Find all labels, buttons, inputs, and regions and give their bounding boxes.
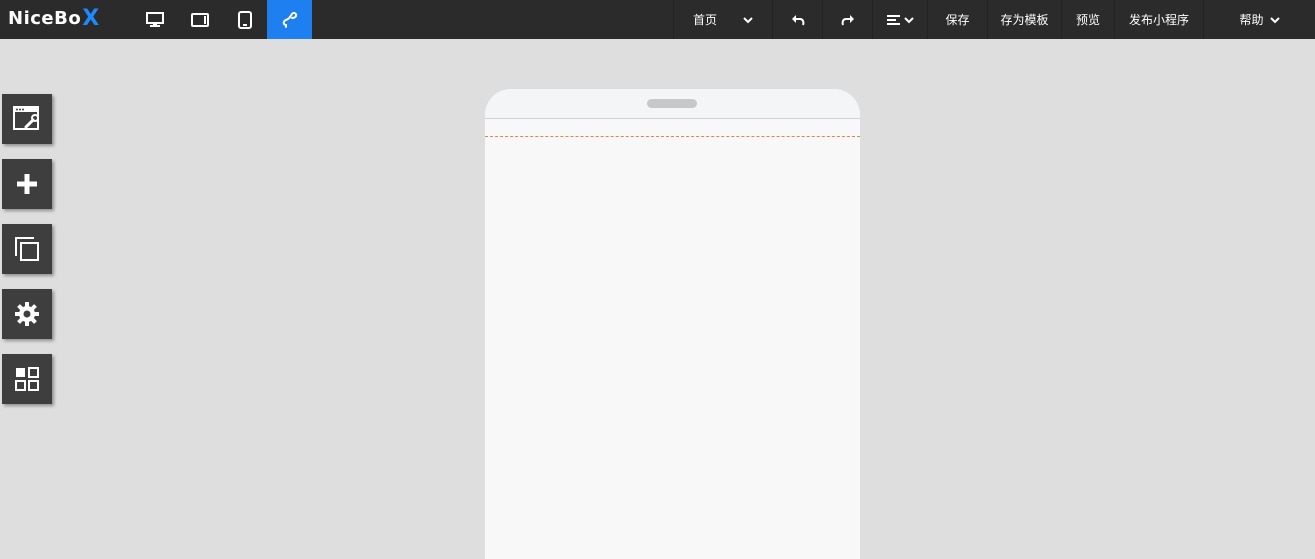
- undo-button[interactable]: [772, 0, 822, 39]
- chevron-down-icon: [903, 16, 914, 23]
- save-label: 保存: [945, 13, 970, 27]
- components-icon: [15, 367, 39, 391]
- tablet-landscape-view-button[interactable]: [177, 0, 222, 39]
- redo-button[interactable]: [822, 0, 872, 39]
- align-icon: [886, 14, 900, 25]
- add-icon: [17, 174, 37, 194]
- help-menu[interactable]: 帮助: [1203, 0, 1315, 39]
- tablet-portrait-icon: [237, 10, 252, 29]
- link-icon: [282, 11, 297, 28]
- help-label: 帮助: [1239, 13, 1264, 27]
- tablet-portrait-view-button[interactable]: [222, 0, 267, 39]
- phone-speaker: [647, 99, 697, 108]
- desktop-icon: [145, 11, 164, 27]
- miniprogram-view-button[interactable]: [267, 0, 312, 39]
- guide-line: [485, 136, 860, 137]
- copy-page-button[interactable]: [2, 224, 52, 274]
- logo-accent: X: [82, 5, 100, 31]
- chevron-down-icon: [743, 16, 753, 23]
- settings-button[interactable]: [2, 289, 52, 339]
- tablet-landscape-icon: [190, 12, 209, 27]
- logo-text: NiceBo: [8, 7, 82, 29]
- publish-label: 发布小程序: [1128, 13, 1189, 27]
- preview-label: 预览: [1075, 13, 1100, 27]
- page-select[interactable]: 首页: [673, 0, 772, 39]
- phone-header: [485, 89, 860, 119]
- components-button[interactable]: [2, 354, 52, 404]
- copy-icon: [15, 237, 39, 261]
- nicebox-logo[interactable]: NiceBo X: [8, 5, 100, 31]
- page-select-label: 首页: [692, 13, 717, 27]
- undo-icon: [791, 14, 804, 25]
- desktop-view-button[interactable]: [132, 0, 177, 39]
- redo-icon: [841, 14, 854, 25]
- phone-canvas[interactable]: [485, 89, 860, 559]
- save-template-button[interactable]: 存为模板: [987, 0, 1061, 39]
- settings-icon: [15, 302, 39, 326]
- top-toolbar: NiceBo X 首页 保存 存为模板 预览 发布小程序 帮助: [0, 0, 1315, 39]
- page-edit-icon: [13, 106, 39, 130]
- align-menu[interactable]: [872, 0, 927, 39]
- add-component-button[interactable]: [2, 159, 52, 209]
- save-button[interactable]: 保存: [927, 0, 987, 39]
- chevron-down-icon: [1269, 16, 1280, 23]
- publish-button[interactable]: 发布小程序: [1114, 0, 1203, 39]
- save-template-label: 存为模板: [1000, 13, 1049, 27]
- preview-button[interactable]: 预览: [1061, 0, 1114, 39]
- page-edit-button[interactable]: [2, 94, 52, 144]
